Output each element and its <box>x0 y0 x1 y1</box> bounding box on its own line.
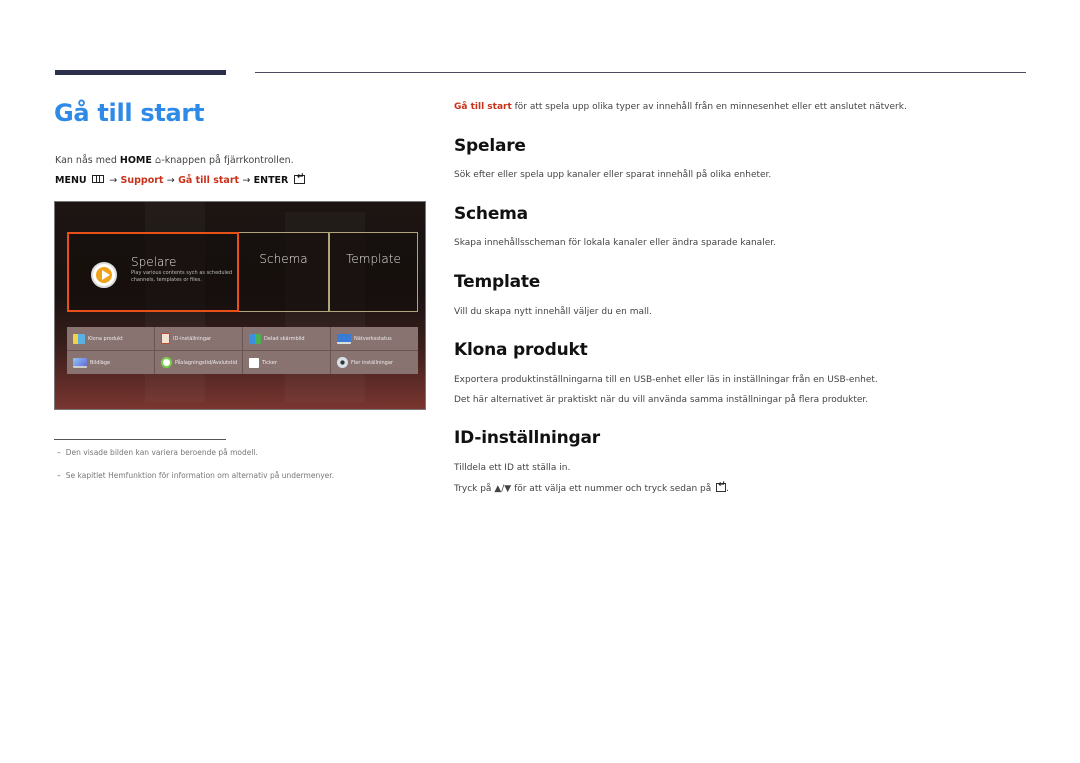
network-status-icon <box>337 333 351 344</box>
footnote-text: Se kapitlet Hemfunktion för information … <box>65 471 335 480</box>
menu-icon <box>91 175 104 183</box>
grid-item-label: ID-inställningar <box>173 335 212 342</box>
arrow-icon: → <box>109 175 118 186</box>
tile-schema[interactable]: Schema <box>239 232 329 312</box>
id-press-end: . <box>726 484 730 494</box>
tile-template[interactable]: Template <box>329 232 418 312</box>
header-rule-thick <box>55 70 226 75</box>
grid-item-label: Ticker <box>262 359 277 366</box>
page-title: Gå till start <box>54 99 205 127</box>
section-title-schema: Schema <box>454 204 528 224</box>
arrow-icon: → <box>166 175 175 186</box>
grid-item-ticker[interactable]: Ticker <box>243 351 330 374</box>
id-press-prefix: Tryck på <box>454 484 495 494</box>
settings-grid: Klona produkt ID-inställningar Delad skä… <box>67 327 418 374</box>
grid-item-picture-mode[interactable]: Bildläge <box>67 351 154 374</box>
id-settings-icon <box>161 333 170 344</box>
dash-icon: – <box>57 471 61 480</box>
more-settings-icon <box>337 357 348 368</box>
up-down-arrows-icon: ▲/▼ <box>494 484 512 494</box>
grid-item-label: Klona produkt <box>88 335 123 342</box>
id-press-body: för att välja ett nummer och tryck sedan… <box>514 484 712 494</box>
footnote: – Se kapitlet Hemfunktion för information… <box>57 471 334 480</box>
enter-label: ENTER <box>253 175 289 186</box>
dash-icon: – <box>57 448 61 457</box>
home-suffix: -knappen på fjärrkontrollen. <box>161 155 294 166</box>
intro-text: Gå till start för att spela upp olika ty… <box>454 102 907 112</box>
grid-item-on-off-timer[interactable]: Påslagningstid/Avslutstid <box>155 351 242 374</box>
on-off-timer-icon <box>161 357 172 368</box>
footnote-divider <box>54 439 226 440</box>
section-title-id-settings: ID-inställningar <box>454 428 600 448</box>
arrow-icon: → <box>242 175 251 186</box>
grid-item-label: Fler inställningar <box>351 359 393 366</box>
menu-path-target: Gå till start <box>178 175 240 186</box>
menu-path-support: Support <box>120 175 164 186</box>
section-text: Tilldela ett ID att ställa in. <box>454 463 571 473</box>
footnote-text: Den visade bilden kan variera beroende p… <box>65 448 258 457</box>
menu-label: MENU <box>55 175 87 186</box>
section-text: Skapa innehållsscheman för lokala kanale… <box>454 238 776 248</box>
grid-item-more-settings[interactable]: Fler inställningar <box>331 351 418 374</box>
section-text-id-press: Tryck på ▲/▼ för att välja ett nummer oc… <box>454 480 730 494</box>
section-title-spelare: Spelare <box>454 136 526 156</box>
grid-item-label: Delad skärmbild <box>264 335 305 342</box>
tile-label: Schema <box>259 252 308 266</box>
ticker-icon <box>249 357 259 368</box>
header-rule-thin <box>255 72 1026 73</box>
enter-icon <box>293 172 305 184</box>
split-screen-icon <box>249 333 261 344</box>
section-text: Sök efter eller spela upp kanaler eller … <box>454 170 772 180</box>
home-access-line: Kan nås med HOME ⌂-knappen på fjärrkontr… <box>55 155 294 166</box>
grid-item-split-screen[interactable]: Delad skärmbild <box>243 327 330 350</box>
section-title-template: Template <box>454 272 541 292</box>
intro-body: för att spela upp olika typer av innehål… <box>511 102 907 112</box>
home-screen-image: Spelare Play various contents sych as sc… <box>54 201 426 410</box>
grid-item-label: Påslagningstid/Avslutstid <box>175 359 238 366</box>
section-text: Det här alternativet är praktiskt när du… <box>454 395 869 405</box>
grid-item-label: Bildläge <box>90 359 111 366</box>
footnote: – Den visade bilden kan variera beroende … <box>57 448 258 457</box>
section-title-clone-product: Klona produkt <box>454 340 588 360</box>
enter-icon <box>716 480 727 492</box>
tile-label: Spelare <box>131 255 177 269</box>
grid-item-clone-product[interactable]: Klona produkt <box>67 327 154 350</box>
clone-product-icon <box>73 333 85 344</box>
tile-spelare[interactable]: Spelare Play various contents sych as sc… <box>67 232 239 312</box>
grid-item-network-status[interactable]: Nätverksstatus <box>331 327 418 350</box>
home-prefix: Kan nås med <box>55 155 120 166</box>
play-icon <box>91 262 117 288</box>
picture-mode-icon <box>73 357 87 368</box>
grid-item-label: Nätverksstatus <box>354 335 392 342</box>
menu-path: MENU → Support → Gå till start → ENTER <box>55 172 305 186</box>
section-text: Vill du skapa nytt innehåll väljer du en… <box>454 307 652 317</box>
home-key: HOME <box>119 155 152 166</box>
tile-label: Template <box>346 252 401 266</box>
grid-item-id-settings[interactable]: ID-inställningar <box>155 327 242 350</box>
tile-description: Play various contents sych as scheduled … <box>131 270 233 283</box>
section-text: Exportera produktinställningarna till en… <box>454 375 878 385</box>
intro-highlight: Gå till start <box>454 102 512 112</box>
